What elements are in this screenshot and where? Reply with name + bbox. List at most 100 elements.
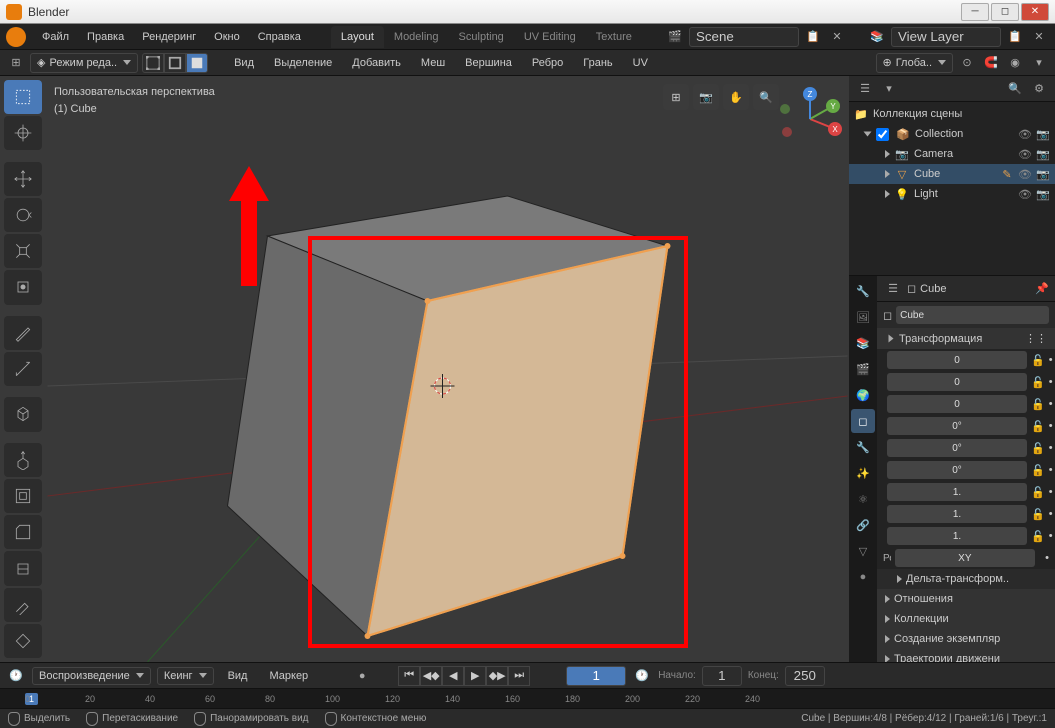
tab-uvediting[interactable]: UV Editing [514, 26, 586, 48]
tab-object[interactable]: ◻ [851, 409, 875, 433]
keyframe-next-button[interactable]: ◆▶ [486, 666, 508, 686]
scale-x-input[interactable] [887, 483, 1027, 501]
tab-modeling[interactable]: Modeling [384, 26, 449, 48]
tab-particles[interactable]: ✨ [851, 461, 875, 485]
outliner-display-icon[interactable]: ▾ [879, 79, 899, 99]
tree-scene-collection[interactable]: 📁 Коллекция сцены [849, 104, 1055, 124]
menu-view[interactable]: Вид [226, 53, 262, 73]
play-button[interactable]: ▶ [464, 666, 486, 686]
collection-checkbox[interactable] [876, 128, 889, 141]
panel-motion-paths[interactable]: Траектории движени [877, 649, 1055, 662]
viewlayer-delete-icon[interactable]: ✕ [1029, 27, 1049, 47]
scene-new-icon[interactable]: 📋 [803, 27, 823, 47]
location-y-input[interactable] [887, 373, 1027, 391]
tab-viewlayer[interactable]: 📚 [851, 331, 875, 355]
menu-face[interactable]: Грань [575, 53, 620, 73]
options-icon[interactable]: ▾ [1029, 53, 1049, 73]
lock-icon[interactable]: 🔓 [1031, 508, 1045, 521]
timeline-view-menu[interactable]: Вид [220, 666, 256, 686]
hide-icon[interactable]: 👁 [1017, 146, 1033, 162]
tool-cursor[interactable] [4, 116, 42, 150]
3d-viewport[interactable]: Пользовательская перспектива (1) Cube ⊞ … [46, 76, 849, 662]
viewlayer-browse-icon[interactable]: 📚 [867, 27, 887, 47]
maximize-button[interactable]: ◻ [991, 3, 1019, 21]
tool-move[interactable] [4, 162, 42, 196]
tree-item-camera[interactable]: 📷 Camera 👁 📷 [849, 144, 1055, 164]
mode-dropdown[interactable]: ◈ Режим реда.. [30, 53, 138, 73]
close-button[interactable]: ✕ [1021, 3, 1049, 21]
current-frame-input[interactable] [566, 666, 626, 686]
scene-browse-icon[interactable]: 🎬 [665, 27, 685, 47]
hide-icon[interactable]: 👁 [1017, 186, 1033, 202]
timeline-marker-menu[interactable]: Маркер [261, 666, 316, 686]
disable-icon[interactable]: 📷 [1035, 186, 1051, 202]
scale-z-input[interactable] [887, 527, 1027, 545]
search-icon[interactable]: 🔍 [1005, 79, 1025, 99]
menu-edge[interactable]: Ребро [524, 53, 571, 73]
timeline-ruler[interactable]: 1 0 20 40 60 80 100 120 140 160 180 200 … [0, 688, 1055, 708]
tool-measure[interactable] [4, 352, 42, 386]
lock-icon[interactable]: 🔓 [1031, 464, 1045, 477]
rotation-z-input[interactable] [887, 461, 1027, 479]
tab-constraints[interactable]: 🔗 [851, 513, 875, 537]
autokey-icon[interactable]: ● [352, 666, 372, 686]
disclosure-icon[interactable] [864, 132, 872, 137]
snap-icon[interactable]: 🧲 [981, 53, 1001, 73]
rotation-mode-input[interactable] [895, 549, 1035, 567]
editor-type-icon[interactable]: ☰ [883, 279, 903, 299]
tab-physics[interactable]: ⚛ [851, 487, 875, 511]
tool-inset[interactable] [4, 479, 42, 513]
lock-icon[interactable]: 🔓 [1031, 486, 1045, 499]
tab-layout[interactable]: Layout [331, 26, 384, 48]
menu-edit[interactable]: Правка [79, 27, 132, 47]
playback-dropdown[interactable]: Воспроизведение [32, 667, 151, 685]
jump-end-button[interactable]: ⏭ [508, 666, 530, 686]
tool-knife[interactable] [4, 588, 42, 622]
jump-start-button[interactable]: ⏮ [398, 666, 420, 686]
minimize-button[interactable]: ─ [961, 3, 989, 21]
orientation-dropdown[interactable]: ⊕ Глоба.. [876, 53, 954, 73]
menu-mesh[interactable]: Меш [413, 53, 453, 73]
tab-render[interactable]: 🔧 [851, 279, 875, 303]
viewport-pan-icon[interactable]: ✋ [723, 84, 749, 110]
panel-delta[interactable]: Дельта-трансформ.. [877, 569, 1055, 589]
tree-item-light[interactable]: 💡 Light 👁 📷 [849, 184, 1055, 204]
tab-scene[interactable]: 🎬 [851, 357, 875, 381]
hide-icon[interactable]: 👁 [1017, 126, 1033, 142]
vertex-select-button[interactable] [142, 53, 164, 73]
start-frame-input[interactable] [702, 666, 742, 686]
lock-icon[interactable]: 🔓 [1031, 354, 1045, 367]
keying-dropdown[interactable]: Кеинг [157, 667, 214, 685]
tab-data[interactable]: ▽ [851, 539, 875, 563]
tab-output[interactable]: 🖼 [851, 305, 875, 329]
blender-icon[interactable] [6, 27, 26, 47]
lock-icon[interactable]: 🔓 [1031, 398, 1045, 411]
menu-add[interactable]: Добавить [344, 53, 409, 73]
tool-select-box[interactable] [4, 80, 42, 114]
tree-collection[interactable]: 📦 Collection 👁 📷 [849, 124, 1055, 144]
tool-add-cube[interactable] [4, 397, 42, 431]
menu-uv[interactable]: UV [625, 53, 656, 73]
object-name-input[interactable] [896, 306, 1049, 324]
rotation-y-input[interactable] [887, 439, 1027, 457]
panel-instancing[interactable]: Создание экземпляр [877, 629, 1055, 649]
tool-scale[interactable] [4, 234, 42, 268]
tool-extrude[interactable] [4, 443, 42, 477]
tab-modifiers[interactable]: 🔧 [851, 435, 875, 459]
end-frame-input[interactable] [785, 666, 825, 686]
tab-sculpting[interactable]: Sculpting [449, 26, 514, 48]
menu-render[interactable]: Рендеринг [134, 27, 204, 47]
navigation-gizmo[interactable]: X Y Z [775, 84, 845, 154]
proportional-icon[interactable]: ◉ [1005, 53, 1025, 73]
menu-file[interactable]: Файл [34, 27, 77, 47]
clock-icon[interactable]: 🕐 [632, 666, 652, 686]
panel-collections[interactable]: Коллекции [877, 609, 1055, 629]
lock-icon[interactable]: 🔓 [1031, 442, 1045, 455]
keyframe-prev-button[interactable]: ◀◆ [420, 666, 442, 686]
menu-help[interactable]: Справка [250, 27, 309, 47]
edit-mode-icon[interactable]: ✎ [999, 166, 1015, 182]
viewlayer-new-icon[interactable]: 📋 [1005, 27, 1025, 47]
menu-window[interactable]: Окно [206, 27, 248, 47]
menu-select[interactable]: Выделение [266, 53, 340, 73]
disclosure-icon[interactable] [885, 170, 890, 178]
